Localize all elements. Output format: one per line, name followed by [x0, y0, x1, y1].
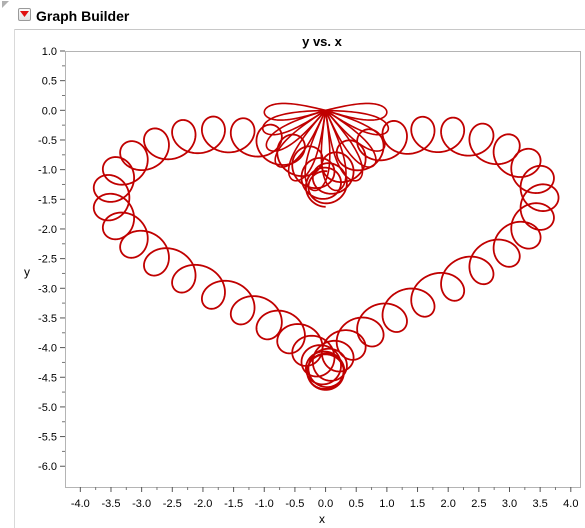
x-tick-label: -0.5 [285, 498, 304, 510]
x-tick-label: 4.0 [563, 498, 578, 510]
y-axis: 1.0 0.5 0.0 -0.5 -1.0 -1.5 -2.0 -2.5 -3.0 -3.5 -4.… [38, 46, 65, 473]
graph-chart: y vs. x y x 1.0 0.5 0.0 -0.5 -1.0 -1.5 -2.0 -2.… [24, 34, 581, 526]
y-tick-label: -3.0 [38, 283, 57, 295]
x-tick-label: 3.5 [533, 498, 548, 510]
x-tick-label: 0.0 [318, 498, 333, 510]
y-tick-label: -4.5 [38, 372, 57, 384]
x-tick-label: 0.5 [349, 498, 364, 510]
x-tick-label: -3.0 [132, 498, 151, 510]
y-tick-label: -3.5 [38, 313, 57, 325]
y-tick-label: -0.5 [38, 135, 57, 147]
y-tick-label: -4.0 [38, 343, 57, 355]
y-tick-label: -1.0 [38, 165, 57, 177]
x-tick-label: -1.5 [224, 498, 243, 510]
y-tick-label: -2.0 [38, 224, 57, 236]
x-tick-label: -3.5 [101, 498, 120, 510]
x-tick-label: -4.0 [71, 498, 90, 510]
y-tick-label: 1.0 [42, 46, 57, 58]
x-tick-label: 3.0 [502, 498, 517, 510]
y-tick-label: 0.0 [42, 105, 57, 117]
chart-title: y vs. x [302, 34, 343, 49]
x-tick-label: 1.5 [410, 498, 425, 510]
y-tick-label: -5.0 [38, 402, 57, 414]
y-tick-label: 0.5 [42, 76, 57, 88]
x-tick-label: -2.5 [163, 498, 182, 510]
y-tick-label: -2.5 [38, 254, 57, 266]
y-tick-label: -1.5 [38, 194, 57, 206]
x-axis: -4.0 -3.5 -3.0 -2.5 -2.0 -1.5 -1.0 -0.5 0.0 0.5 1.… [71, 487, 578, 510]
x-tick-label: -2.0 [193, 498, 212, 510]
y-tick-label: -5.5 [38, 432, 57, 444]
x-tick-label: 2.0 [441, 498, 456, 510]
x-axis-label: x [319, 512, 325, 526]
x-tick-label: 1.0 [379, 498, 394, 510]
y-axis-label: y [24, 265, 30, 279]
x-tick-label: -1.0 [255, 498, 274, 510]
y-tick-label: -6.0 [38, 461, 57, 473]
x-tick-label: 2.5 [471, 498, 486, 510]
